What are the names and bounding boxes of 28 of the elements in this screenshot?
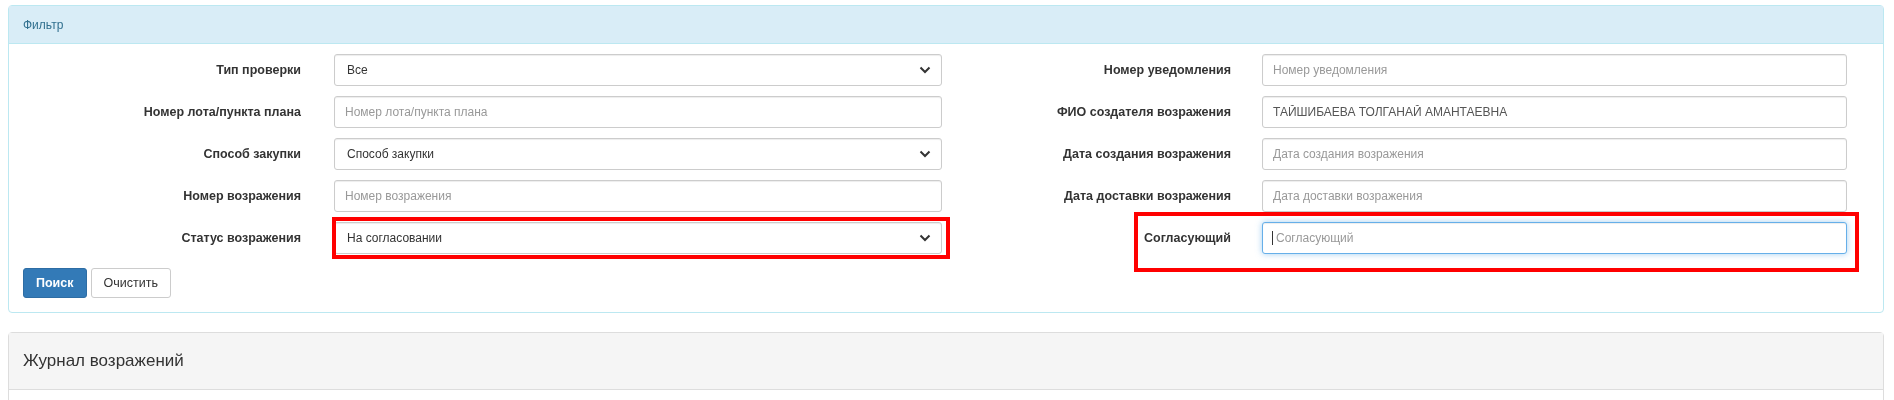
field-label: Номер уведомления <box>1102 63 1231 77</box>
field-label: Номер возражения <box>182 189 301 203</box>
select-field[interactable]: На согласовании <box>334 222 942 254</box>
field-label: Статус возражения <box>180 231 301 245</box>
field-label: Тип проверки <box>215 63 301 77</box>
field-label: Дата доставки возражения <box>1063 189 1231 203</box>
chevron-down-icon <box>919 234 931 242</box>
input-field[interactable]: Номер возражения <box>334 180 942 212</box>
input-field[interactable]: ТАЙШИБАЕВА ТОЛГАНАЙ АМАНТАЕВНА <box>1262 96 1847 128</box>
select-field[interactable]: Все <box>334 54 942 86</box>
input-field[interactable]: Согласующий <box>1262 222 1847 254</box>
chevron-down-icon <box>919 150 931 158</box>
input-field[interactable]: Дата создания возражения <box>1262 138 1847 170</box>
chevron-down-icon <box>919 66 931 74</box>
input-field[interactable]: Дата доставки возражения <box>1262 180 1847 212</box>
text-cursor <box>1272 231 1273 245</box>
field-label: ФИО создателя возражения <box>1055 105 1231 119</box>
clear-button[interactable]: Очистить <box>90 268 171 298</box>
field-label: Дата создания возражения <box>1062 147 1231 161</box>
field-label: Согласующий <box>1143 231 1231 245</box>
input-field[interactable]: Номер уведомления <box>1262 54 1847 86</box>
select-field[interactable]: Способ закупки <box>334 138 942 170</box>
panel-title: Фильтр <box>23 17 64 32</box>
search-button[interactable]: Поиск <box>23 268 87 298</box>
field-label: Номер лота/пункта плана <box>142 105 301 119</box>
panel-title: Журнал возражений <box>23 351 184 371</box>
field-label: Способ закупки <box>202 147 301 161</box>
input-field[interactable]: Номер лота/пункта плана <box>334 96 942 128</box>
